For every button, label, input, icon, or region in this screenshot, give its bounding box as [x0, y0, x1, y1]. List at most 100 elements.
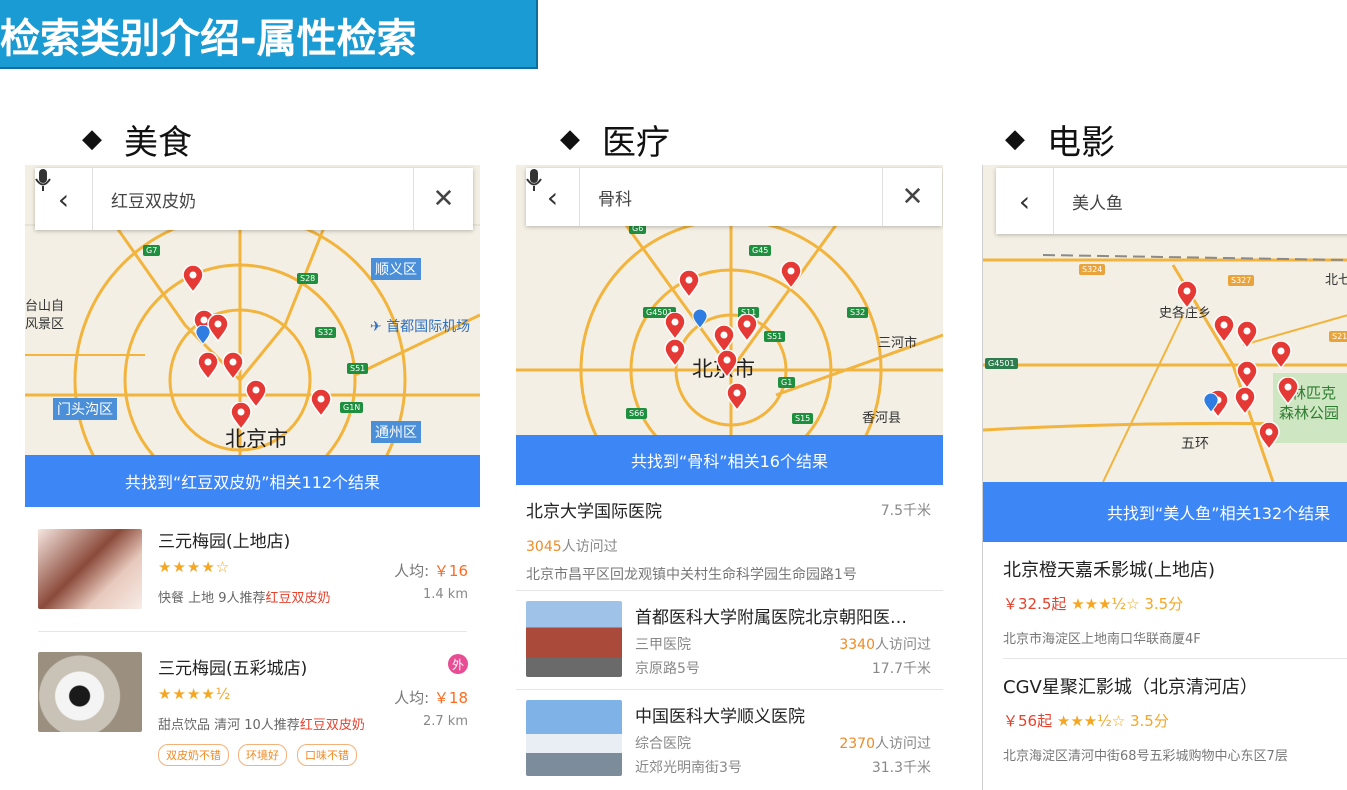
back-icon[interactable]: ‹	[996, 168, 1054, 234]
map-pin-icon[interactable]	[1234, 386, 1256, 416]
road-label: 五环	[1181, 436, 1209, 452]
search-bar: ‹ 骨科 ✕	[526, 168, 942, 226]
section-label: 电影	[1047, 122, 1115, 163]
search-input[interactable]: 红豆双皮奶	[93, 187, 355, 212]
price-and-rating: ￥32.5起 ★★★½☆ 3.5分	[1003, 595, 1184, 613]
result-distance: 17.7千米	[871, 661, 931, 677]
list-item[interactable]: CGV星聚汇影城（北京清河店） ￥56起 ★★★½☆ 3.5分 北京海淀区清河中…	[983, 659, 1347, 775]
result-name: 首都医科大学附属医院北京朝阳医…	[635, 608, 907, 628]
result-name: 三元梅园(五彩城店)	[158, 659, 308, 679]
district-label: 门头沟区	[53, 398, 117, 420]
result-list: 北京大学国际医院 7.5千米 3045人访问过 北京市昌平区回龙观镇中关村生命科…	[516, 485, 943, 790]
food-thumbnail	[38, 529, 142, 609]
map-pin-icon[interactable]	[664, 311, 686, 341]
highway-shield: G1N	[340, 402, 364, 413]
price-and-rating: ￥56起 ★★★½☆ 3.5分	[1003, 712, 1169, 730]
section-heading-medical: ◆ 医疗	[560, 117, 670, 163]
list-item[interactable]: 北京橙天嘉禾影城(上地店) ￥32.5起 ★★★½☆ 3.5分 北京市海淀区上地…	[983, 542, 1347, 658]
map-pin-icon[interactable]	[713, 324, 735, 354]
result-list: 北京橙天嘉禾影城(上地店) ￥32.5起 ★★★½☆ 3.5分 北京市海淀区上地…	[983, 542, 1347, 790]
place-label: 北七	[1325, 273, 1347, 288]
section-heading-food: ◆ 美食	[82, 117, 192, 163]
highway-shield: S324	[1079, 264, 1106, 275]
map-pin-icon[interactable]	[1176, 280, 1198, 310]
map-view[interactable]: G7 S28 S32 S51 G1N 顺义区 ✈ 首都国际机场 门头沟区 通州区…	[25, 165, 480, 455]
close-icon[interactable]: ✕	[413, 168, 473, 230]
highway-shield: S51	[764, 331, 786, 342]
close-icon[interactable]: ✕	[882, 168, 942, 226]
map-pin-icon[interactable]	[780, 260, 802, 290]
microphone-icon[interactable]	[526, 168, 882, 226]
movie-search-screen: S324 S327 G4501 S21 史各庄乡 五环 林匹克 森林公园 北七 …	[982, 165, 1347, 790]
highway-shield: S32	[847, 307, 869, 318]
result-name: CGV星聚汇影城（北京清河店）	[1003, 677, 1258, 698]
map-pin-icon[interactable]	[310, 388, 332, 418]
map-pin-icon[interactable]	[1277, 376, 1299, 406]
result-distance: 31.3千米	[871, 760, 931, 776]
avg-price: 人均: ￥18	[394, 689, 468, 707]
visit-count: 2370人访问过	[839, 736, 931, 752]
result-name: 北京橙天嘉禾影城(上地店)	[1003, 560, 1216, 581]
current-location-icon	[1203, 392, 1219, 414]
place-label: 香河县	[862, 411, 902, 426]
medical-search-screen: G6 G45 G4501 S11 S32 S51 G1 S66 S15 三河市 …	[516, 165, 943, 790]
map-pin-icon[interactable]	[1270, 340, 1292, 370]
microphone-icon[interactable]	[35, 168, 413, 230]
list-item[interactable]: 三元梅园(五彩城店) 外 ★★★★½ 人均: ￥18 甜点饮品 清河 10人推荐…	[25, 632, 480, 782]
highway-shield: S21	[1329, 331, 1347, 342]
map-pin-icon[interactable]	[726, 382, 748, 412]
district-label: 通州区	[371, 421, 421, 443]
map-pin-icon[interactable]	[736, 313, 758, 343]
list-item[interactable]: 三元梅园(上地店) ★★★★☆ 人均: ￥16 快餐 上地 9人推荐红豆双皮奶 …	[25, 507, 480, 631]
avg-price: 人均: ￥16	[394, 562, 468, 580]
food-thumbnail	[38, 652, 142, 732]
map-pin-icon[interactable]	[1258, 421, 1280, 451]
slide-title-bar: 检索类别介绍-属性检索	[0, 0, 538, 69]
map-pin-icon[interactable]	[1236, 360, 1258, 390]
list-item[interactable]: 首都医科大学附属医院北京朝阳医… 三甲医院 3340人访问过 京原路5号 17.…	[516, 591, 943, 689]
result-meta: 甜点饮品 清河 10人推荐红豆双皮奶	[158, 718, 365, 733]
map-pin-icon[interactable]	[230, 401, 252, 431]
highway-shield: S32	[315, 327, 337, 338]
map-pin-icon[interactable]	[1213, 314, 1235, 344]
rating-stars: ★★★★☆	[158, 558, 231, 576]
highway-shield: S66	[626, 408, 648, 419]
map-view[interactable]: S324 S327 G4501 S21 史各庄乡 五环 林匹克 森林公园 北七 …	[983, 165, 1347, 482]
map-pin-icon[interactable]	[678, 269, 700, 299]
map-pin-icon[interactable]	[1236, 320, 1258, 350]
result-count-banner: 共找到“骨科”相关16个结果	[516, 435, 943, 485]
result-address: 京原路5号	[635, 661, 700, 677]
airport-label: ✈ 首都国际机场	[370, 319, 471, 335]
map-pin-icon[interactable]	[664, 338, 686, 368]
search-input[interactable]: 骨科	[580, 185, 824, 210]
slide-title: 检索类别介绍-属性检索	[0, 16, 417, 62]
highway-shield: S51	[347, 363, 369, 374]
map-pin-icon[interactable]	[182, 264, 204, 294]
diamond-bullet-icon: ◆	[1005, 124, 1025, 154]
review-tag: 口味不错	[297, 744, 357, 766]
search-bar: ‹ 美人鱼	[996, 168, 1347, 234]
diamond-bullet-icon: ◆	[82, 124, 102, 154]
place-label: 台山自	[25, 299, 65, 314]
result-list: 三元梅园(上地店) ★★★★☆ 人均: ￥16 快餐 上地 9人推荐红豆双皮奶 …	[25, 507, 480, 790]
district-label: 顺义区	[371, 258, 421, 280]
result-meta: 快餐 上地 9人推荐红豆双皮奶	[158, 591, 331, 606]
visit-count: 3340人访问过	[839, 637, 931, 653]
list-item[interactable]: 北京大学国际医院 7.5千米 3045人访问过 北京市昌平区回龙观镇中关村生命科…	[516, 485, 943, 589]
section-heading-movie: ◆ 电影	[1005, 117, 1115, 163]
result-distance: 1.4 km	[423, 587, 468, 602]
highway-shield: S28	[297, 273, 319, 284]
place-label: 三河市	[878, 336, 918, 351]
list-item[interactable]: 中国医科大学顺义医院 综合医院 2370人访问过 近郊光明南街3号 31.3千米	[516, 690, 943, 790]
map-pin-icon[interactable]	[197, 351, 219, 381]
map-pin-icon[interactable]	[716, 349, 738, 379]
result-address: 近郊光明南街3号	[635, 760, 742, 776]
result-address: 北京市海淀区上地南口华联商厦4F	[1003, 632, 1201, 647]
park-label: 森林公园	[1279, 404, 1340, 422]
slide: 检索类别介绍-属性检索 ◆ 美食 ◆ 医疗 ◆ 电影 G7 S28 S32 S5…	[0, 0, 1347, 790]
result-name: 三元梅园(上地店)	[158, 532, 291, 552]
result-name: 北京大学国际医院	[526, 502, 662, 522]
place-label: 风景区	[25, 317, 65, 332]
search-input[interactable]: 美人鱼	[1054, 189, 1347, 214]
map-pin-icon[interactable]	[222, 351, 244, 381]
